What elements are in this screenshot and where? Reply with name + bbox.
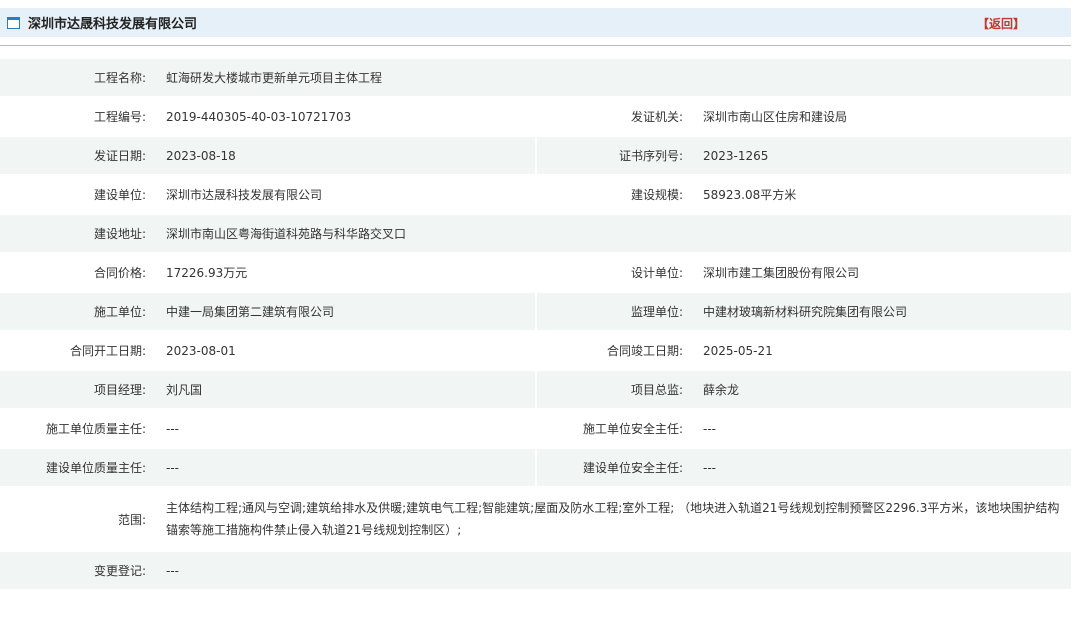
- scope-value: 主体结构工程;通风与空调;建筑给排水及供暖;建筑电气工程;智能建筑;屋面及防水工…: [166, 501, 1060, 537]
- scale-value: 58923.08平方米: [703, 188, 797, 202]
- contractor-safety-value: ---: [703, 421, 716, 436]
- table-row: 建设单位质量主任: --- 建设单位安全主任: ---: [0, 449, 1072, 486]
- end-date-value: 2025-05-21: [703, 343, 773, 358]
- builder-quality-label: 建设单位质量主任:: [0, 449, 156, 486]
- table-row: 施工单位质量主任: --- 施工单位安全主任: ---: [0, 410, 1071, 447]
- cert-serial-label: 证书序列号:: [535, 137, 693, 174]
- table-row: 项目经理: 刘凡国 项目总监: 薛余龙: [0, 371, 1072, 408]
- pm-label: 项目经理:: [0, 371, 156, 408]
- pm-value: 刘凡国: [156, 371, 535, 408]
- supervisor-label: 监理单位:: [535, 293, 693, 330]
- table-row: 建设地址: 深圳市南山区粤海街道科苑路与科华路交叉口: [0, 215, 1072, 252]
- table-row: 合同开工日期: 2023-08-01 合同竣工日期: 2025-05-21: [0, 332, 1071, 369]
- address-value: 深圳市南山区粤海街道科苑路与科华路交叉口: [156, 215, 1072, 252]
- end-date-label: 合同竣工日期:: [535, 332, 693, 369]
- builder-quality-value: ---: [156, 449, 535, 486]
- issue-date-label: 发证日期:: [0, 137, 156, 174]
- project-no-value: 2019-440305-40-03-10721703: [166, 109, 352, 124]
- scope-label: 范围:: [117, 512, 146, 527]
- table-row: 发证日期: 2023-08-18 证书序列号: 2023-1265: [0, 137, 1072, 174]
- table-row: 施工单位: 中建一局集团第二建筑有限公司 监理单位: 中建材玻璃新材料研究院集团…: [0, 293, 1072, 330]
- table-row: 工程名称: 虹海研发大楼城市更新单元项目主体工程: [0, 59, 1072, 96]
- table-row: 合同价格: 17226.93万元 设计单位: 深圳市建工集团股份有限公司: [0, 254, 1071, 291]
- change-record-value: ---: [156, 552, 1072, 589]
- table-row: 变更登记: ---: [0, 552, 1072, 589]
- address-label: 建设地址:: [0, 215, 156, 252]
- window-icon: [7, 16, 20, 29]
- builder-value: 深圳市达晟科技发展有限公司: [166, 188, 323, 202]
- project-no-label: 工程编号:: [93, 110, 146, 124]
- contract-price-value: 17226.93万元: [166, 266, 248, 280]
- back-link[interactable]: 【返回】: [977, 15, 1025, 32]
- header-divider: [0, 45, 1071, 46]
- contractor-quality-label: 施工单位质量主任:: [45, 422, 146, 436]
- start-date-value: 2023-08-01: [166, 343, 236, 358]
- issuer-label: 发证机关:: [535, 98, 693, 135]
- contractor-safety-label: 施工单位安全主任:: [535, 410, 693, 447]
- designer-label: 设计单位:: [535, 254, 693, 291]
- permit-info-table: 工程名称: 虹海研发大楼城市更新单元项目主体工程 工程编号: 2019-4403…: [0, 57, 1072, 591]
- table-row: 工程编号: 2019-440305-40-03-10721703 发证机关: 深…: [0, 98, 1071, 135]
- contract-price-label: 合同价格:: [93, 266, 146, 280]
- builder-label: 建设单位:: [93, 188, 146, 202]
- page-header: 深圳市达晟科技发展有限公司 【返回】: [0, 8, 1071, 37]
- table-row: 范围: 主体结构工程;通风与空调;建筑给排水及供暖;建筑电气工程;智能建筑;屋面…: [0, 488, 1071, 550]
- contractor-quality-value: ---: [166, 421, 179, 436]
- scale-label: 建设规模:: [535, 176, 693, 213]
- project-name-label: 工程名称:: [0, 59, 156, 96]
- issue-date-value: 2023-08-18: [156, 137, 535, 174]
- contractor-value: 中建一局集团第二建筑有限公司: [156, 293, 535, 330]
- change-record-label: 变更登记:: [0, 552, 156, 589]
- page-title: 深圳市达晟科技发展有限公司: [28, 17, 198, 32]
- chief-supervisor-value: 薛余龙: [693, 371, 1072, 408]
- contractor-label: 施工单位:: [0, 293, 156, 330]
- supervisor-value: 中建材玻璃新材料研究院集团有限公司: [693, 293, 1072, 330]
- cert-serial-value: 2023-1265: [693, 137, 1072, 174]
- start-date-label: 合同开工日期:: [69, 344, 146, 358]
- issuer-value: 深圳市南山区住房和建设局: [703, 110, 848, 124]
- project-name-value: 虹海研发大楼城市更新单元项目主体工程: [156, 59, 1072, 96]
- builder-safety-label: 建设单位安全主任:: [535, 449, 693, 486]
- table-row: 建设单位: 深圳市达晟科技发展有限公司 建设规模: 58923.08平方米: [0, 176, 1071, 213]
- designer-value: 深圳市建工集团股份有限公司: [703, 266, 860, 280]
- chief-supervisor-label: 项目总监:: [535, 371, 693, 408]
- builder-safety-value: ---: [693, 449, 1072, 486]
